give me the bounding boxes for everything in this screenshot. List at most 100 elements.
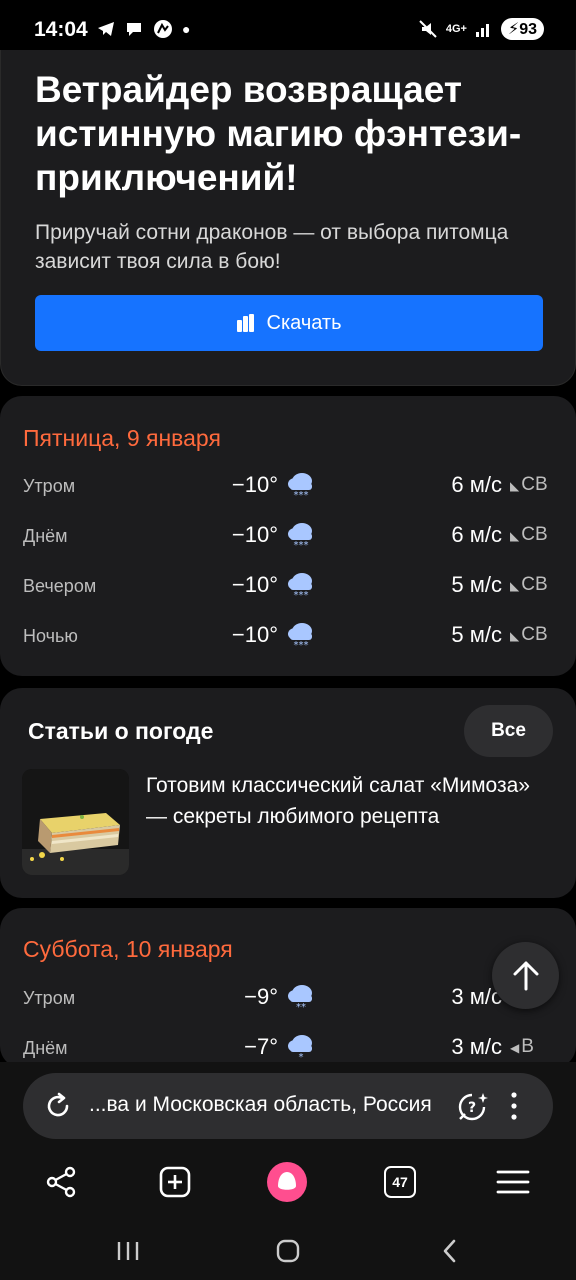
wind-arrow-icon: ◀ <box>510 1041 520 1055</box>
chat-icon <box>127 23 141 36</box>
tabs-count-icon: 47 <box>384 1166 416 1198</box>
status-system-icons: 4G+ ⚡93 <box>418 18 544 40</box>
wind-direction-label: В <box>521 1036 534 1057</box>
snow-cloud-icon: *** <box>288 623 312 650</box>
address-bar[interactable]: ...ва и Московская область, Россия ? <box>23 1073 553 1139</box>
temperature: −10° <box>231 472 278 497</box>
address-text[interactable]: ...ва и Московская область, Россия <box>89 1093 459 1117</box>
browser-toolbar: 47 <box>0 1154 576 1210</box>
wind-direction: ◣ СВ <box>510 524 548 546</box>
wind-speed: 5 м/с <box>451 572 502 597</box>
salad-image <box>22 769 129 875</box>
snow-cloud-icon: *** <box>288 573 312 600</box>
alice-button[interactable] <box>265 1160 309 1204</box>
wind-speed: 3 м/с <box>451 1034 502 1059</box>
scroll-to-top-button[interactable] <box>492 942 559 1009</box>
forecast-row: Утром −9° ** 3 м/с ◀В <box>0 978 576 1018</box>
wind-direction: ◣ СВ <box>510 624 548 646</box>
day-title: Пятница, 9 января <box>23 425 221 451</box>
svg-text:***: *** <box>294 540 309 550</box>
snow-cloud-icon: * <box>288 1035 312 1062</box>
day-forecast-card[interactable]: Суббота, 10 января Утром −9° ** 3 м/с ◀В… <box>0 908 576 1068</box>
app-icon <box>154 20 172 38</box>
home-button[interactable] <box>270 1236 306 1266</box>
system-navigation-bar <box>0 1222 576 1280</box>
recent-apps-icon <box>117 1242 139 1260</box>
tabs-button[interactable]: 47 <box>378 1160 422 1204</box>
temperature: −10° <box>231 622 278 647</box>
day-title: Суббота, 10 января <box>23 936 233 962</box>
period-label: Ночью <box>23 626 78 646</box>
back-button[interactable] <box>432 1236 468 1266</box>
temperature: −10° <box>231 522 278 547</box>
snow-cloud-icon: *** <box>288 523 312 550</box>
wind-arrow-icon: ◣ <box>510 579 520 593</box>
snow-cloud-icon: ** <box>288 985 312 1012</box>
svg-text:*: * <box>299 1052 304 1062</box>
day-forecast-card[interactable]: Пятница, 9 января Утром −10° *** 6 м/с ◣… <box>0 396 576 676</box>
recent-apps-button[interactable] <box>110 1236 146 1266</box>
article-thumbnail[interactable] <box>22 769 129 875</box>
reload-icon[interactable] <box>43 1091 73 1121</box>
snow-cloud-icon: *** <box>288 473 312 500</box>
download-button-label: Скачать <box>266 311 342 334</box>
ad-card[interactable]: Ветрайдер возвращает истинную магию фэнт… <box>0 50 576 386</box>
telegram-icon <box>98 22 114 36</box>
temperature: −9° <box>244 984 278 1009</box>
wind-arrow-icon: ◣ <box>510 479 520 493</box>
tabs-count: 47 <box>392 1174 408 1190</box>
signal-icon <box>475 24 489 37</box>
mute-icon <box>419 20 437 38</box>
period-label: Днём <box>23 526 68 546</box>
wind-speed: 5 м/с <box>451 622 502 647</box>
wind-speed: 6 м/с <box>451 472 502 497</box>
svg-text:***: *** <box>294 490 309 500</box>
forecast-row: Ночью −10° *** 5 м/с ◣ СВ <box>0 616 576 656</box>
wind-direction-label: СВ <box>521 574 548 595</box>
articles-title: Статьи о погоде <box>28 718 214 744</box>
ad-title: Ветрайдер возвращает истинную магию фэнт… <box>35 69 522 198</box>
wind-direction-label: СВ <box>521 474 548 495</box>
article-headline[interactable]: Готовим классический салат «Мимоза» — се… <box>146 770 546 832</box>
status-notification-icons: ● <box>96 18 190 40</box>
wind-direction: ◣ СВ <box>510 574 548 596</box>
share-button[interactable] <box>39 1160 83 1204</box>
svg-text:?: ? <box>468 1100 476 1116</box>
forecast-row: Днём −10° *** 6 м/с ◣ СВ <box>0 516 576 556</box>
network-label: 4G+ <box>445 23 467 35</box>
period-label: Днём <box>23 1038 68 1058</box>
back-chevron-icon <box>443 1239 456 1263</box>
alice-icon <box>267 1162 307 1202</box>
new-tab-button[interactable] <box>153 1160 197 1204</box>
weather-articles-card: Статьи о погоде Все Готовим классический… <box>0 688 576 898</box>
wind-direction: ◣ СВ <box>510 474 548 496</box>
ai-assistant-icon[interactable]: ? <box>456 1090 490 1124</box>
status-time: 14:04 <box>34 18 88 41</box>
wind-direction-label: СВ <box>521 624 548 645</box>
all-articles-label: Все <box>491 720 526 741</box>
menu-button[interactable] <box>491 1160 535 1204</box>
all-articles-button[interactable]: Все <box>464 705 553 757</box>
wind-direction-label: СВ <box>521 524 548 545</box>
more-vertical-icon[interactable] <box>509 1091 519 1121</box>
wind-arrow-icon: ◣ <box>510 629 520 643</box>
browser-bottom-panel: ...ва и Московская область, Россия ? 47 <box>0 1062 576 1280</box>
home-icon <box>276 1239 300 1263</box>
temperature: −10° <box>231 572 278 597</box>
temperature: −7° <box>244 1034 278 1059</box>
battery-icon: ⚡93 <box>500 18 544 40</box>
dot-icon: ● <box>182 21 191 37</box>
download-button[interactable]: Скачать <box>35 295 543 351</box>
store-icon <box>236 314 255 332</box>
svg-text:***: *** <box>294 590 309 600</box>
share-icon <box>46 1166 76 1198</box>
plus-square-icon <box>159 1166 191 1198</box>
wind-arrow-icon: ◣ <box>510 529 520 543</box>
arrow-up-icon <box>513 961 538 990</box>
ad-description: Приручай сотни драконов — от выбора пито… <box>35 221 509 273</box>
svg-text:***: *** <box>294 640 309 650</box>
svg-text:**: ** <box>296 1002 306 1012</box>
forecast-row: Вечером −10° *** 5 м/с ◣ СВ <box>0 566 576 606</box>
hamburger-menu-icon <box>496 1170 530 1194</box>
battery-level: 93 <box>519 21 537 38</box>
